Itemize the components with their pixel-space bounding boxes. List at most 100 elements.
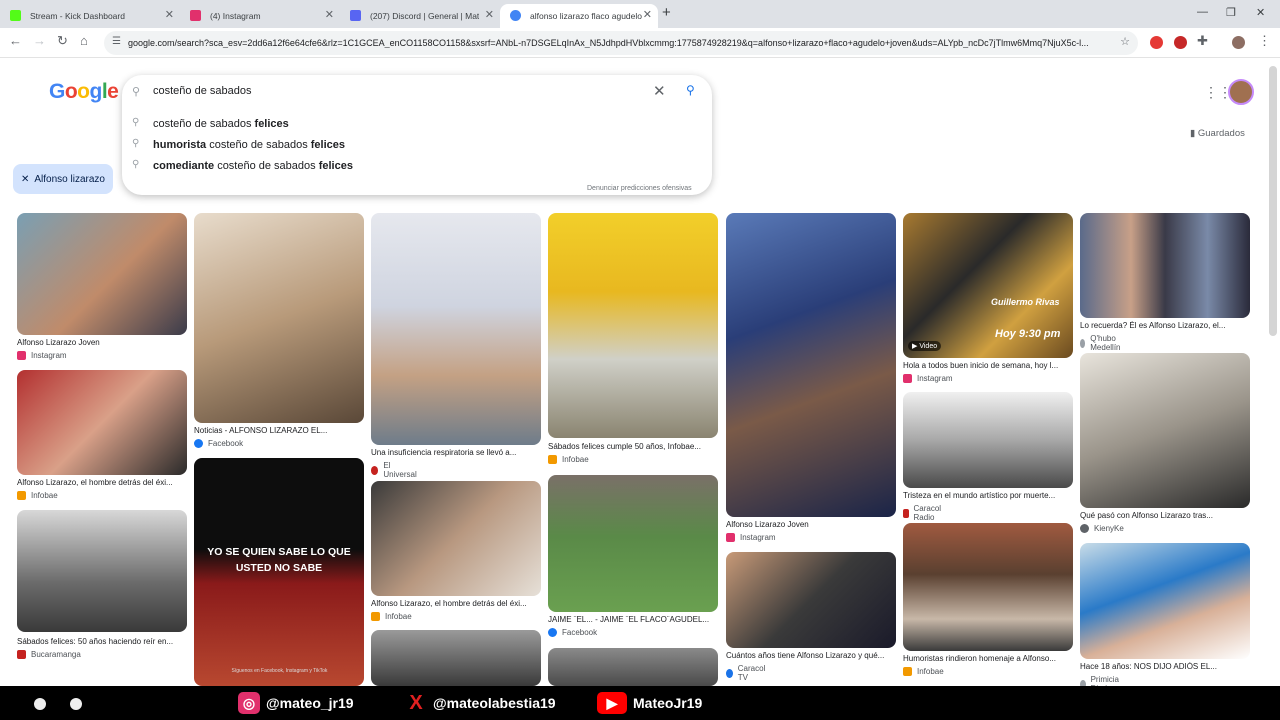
result-thumbnail[interactable]	[903, 392, 1073, 488]
home-icon[interactable]: ⌂	[80, 33, 88, 48]
result-source[interactable]: Infobae	[903, 667, 944, 676]
report-predictions-link[interactable]: Denunciar predicciones ofensivas	[587, 185, 692, 192]
close-icon[interactable]: ✕	[485, 8, 494, 21]
result-caption[interactable]: Tristeza en el mundo artístico por muert…	[903, 491, 1078, 500]
result-caption[interactable]: Alfonso Lizarazo Joven	[726, 520, 901, 529]
result-source[interactable]: Infobae	[548, 455, 589, 464]
result-thumbnail[interactable]	[371, 630, 541, 686]
infobae-icon	[371, 612, 380, 621]
site-info-icon[interactable]: ☰	[112, 36, 121, 47]
result-thumbnail[interactable]	[1080, 213, 1250, 318]
result-thumbnail[interactable]	[726, 213, 896, 517]
result-source[interactable]: Instagram	[726, 533, 776, 542]
suggestion-item[interactable]: ⚲ costeño de sabados felices	[122, 115, 712, 135]
saved-link[interactable]: ▮ Guardados	[1190, 128, 1245, 139]
suggestion-item[interactable]: ⚲ humorista costeño de sabados felices	[122, 136, 712, 156]
result-source[interactable]: Infobae	[371, 612, 412, 621]
source-label: Facebook	[562, 628, 598, 637]
result-source[interactable]: Infobae	[17, 491, 58, 500]
extension-icon[interactable]	[1150, 36, 1163, 49]
result-caption[interactable]: Alfonso Lizarazo, el hombre detrás del é…	[17, 478, 192, 487]
result-thumbnail[interactable]	[17, 370, 187, 475]
result-thumbnail[interactable]	[1080, 543, 1250, 659]
tab-discord[interactable]: (207) Discord | General | Mat ✕	[340, 4, 500, 28]
remove-chip-icon[interactable]: ✕	[21, 174, 29, 185]
infobae-icon	[548, 455, 557, 464]
result-caption[interactable]: Noticias - ALFONSO LIZARAZO EL...	[194, 426, 369, 435]
close-icon[interactable]: ✕	[325, 8, 334, 21]
tab-title: (207) Discord | General | Mat	[370, 11, 480, 21]
result-thumbnail[interactable]	[17, 510, 187, 632]
result-caption[interactable]: Lo recuerda? Él es Alfonso Lizarazo, el.…	[1080, 321, 1255, 330]
restore-button[interactable]: ❐	[1226, 6, 1236, 19]
result-caption[interactable]: Sábados felices: 50 años haciendo reír e…	[17, 637, 192, 646]
result-thumbnail[interactable]: ▶ Video Guillermo Rivas Hoy 9:30 pm	[903, 213, 1073, 358]
account-avatar[interactable]	[1228, 79, 1254, 105]
suggestion-item[interactable]: ⚲ comediante costeño de sabados felices	[122, 157, 712, 177]
result-thumbnail[interactable]	[371, 213, 541, 445]
youtube-handle: ▶ MateoJr19	[597, 686, 702, 720]
result-thumbnail[interactable]	[371, 481, 541, 596]
result-caption[interactable]: Una insuficiencia respiratoria se llevó …	[371, 448, 546, 457]
result-source[interactable]: Facebook	[194, 439, 243, 448]
result-caption[interactable]: Sábados felices cumple 50 años, Infobae.…	[548, 442, 723, 451]
result-caption[interactable]: Alfonso Lizarazo, el hombre detrás del é…	[371, 599, 546, 608]
result-thumbnail[interactable]	[548, 213, 718, 438]
search-input[interactable]: costeño de sabados	[153, 85, 251, 97]
close-icon[interactable]: ✕	[643, 8, 652, 21]
reload-icon[interactable]: ↻	[57, 33, 68, 49]
result-caption[interactable]: Cuántos años tiene Alfonso Lizarazo y qu…	[726, 651, 901, 660]
result-source[interactable]: KienyKe	[1080, 524, 1124, 533]
close-window-button[interactable]: ✕	[1256, 6, 1265, 19]
result-thumbnail[interactable]	[903, 523, 1073, 651]
close-icon[interactable]: ✕	[165, 8, 174, 21]
result-caption[interactable]: Alfonso Lizarazo Joven	[17, 338, 192, 347]
result-source[interactable]: Q'hubo Medellín	[1080, 334, 1124, 352]
opera-icon[interactable]	[1174, 36, 1187, 49]
result-thumbnail[interactable]	[194, 213, 364, 423]
discord-icon	[350, 10, 361, 21]
search-submit-icon[interactable]: ⚲	[686, 83, 695, 97]
minimize-button[interactable]: —	[1197, 6, 1208, 18]
result-source[interactable]: Instagram	[903, 374, 953, 383]
google-logo[interactable]: Google	[49, 80, 119, 104]
soccer-players-graphic	[30, 694, 90, 714]
menu-kebab-icon[interactable]: ⋮	[1258, 33, 1271, 49]
result-source[interactable]: Bucaramanga	[17, 650, 81, 659]
search-icon: ⚲	[132, 86, 141, 98]
result-thumbnail[interactable]: YO SE QUIEN SABE LO QUE USTED NO SABE Sí…	[194, 458, 364, 686]
result-source[interactable]: Facebook	[548, 628, 597, 637]
result-caption[interactable]: Qué pasó con Alfonso Lizarazo tras...	[1080, 511, 1255, 520]
filter-chip[interactable]: ✕ Alfonso lizarazo	[13, 164, 113, 194]
profile-avatar[interactable]	[1232, 36, 1245, 49]
tab-instagram[interactable]: (4) Instagram ✕	[180, 4, 340, 28]
result-thumbnail[interactable]	[17, 213, 187, 335]
result-thumbnail[interactable]	[726, 552, 896, 648]
tab-google-search[interactable]: alfonso lizarazo flaco agudelo ✕	[500, 4, 658, 28]
result-caption[interactable]: JAIME ¨EL... - JAIME ¨EL FLACO¨AGUDEL...	[548, 615, 723, 624]
source-label: Instagram	[740, 533, 776, 542]
bookmark-star-icon[interactable]: ☆	[1120, 35, 1130, 48]
new-tab-button[interactable]: +	[662, 4, 671, 21]
result-source[interactable]: Caracol Radio	[903, 504, 945, 522]
result-source[interactable]: Caracol TV	[726, 664, 768, 682]
extensions-puzzle-icon[interactable]: ✚	[1197, 33, 1208, 49]
tab-kick[interactable]: Stream - Kick Dashboard ✕	[0, 4, 180, 28]
result-thumbnail[interactable]	[548, 475, 718, 612]
result-caption[interactable]: Humoristas rindieron homenaje a Alfonso.…	[903, 654, 1078, 663]
result-caption[interactable]: Hace 18 años: NOS DIJO ADIÓS EL...	[1080, 662, 1255, 671]
clear-search-icon[interactable]: ✕	[653, 82, 666, 100]
result-thumbnail[interactable]	[1080, 353, 1250, 508]
result-thumbnail[interactable]	[548, 648, 718, 686]
instagram-icon	[190, 10, 201, 21]
page-scrollbar[interactable]	[1269, 66, 1277, 336]
forward-icon[interactable]: →	[33, 33, 46, 48]
address-bar[interactable]: ☰ google.com/search?sca_esv=2dd6a12f6e64…	[104, 31, 1138, 55]
source-label: Caracol TV	[737, 664, 766, 682]
tab-title: Stream - Kick Dashboard	[30, 11, 125, 21]
facebook-icon	[548, 628, 557, 637]
result-caption[interactable]: Hola a todos buen inicio de semana, hoy …	[903, 361, 1078, 370]
result-source[interactable]: Instagram	[17, 351, 67, 360]
result-source[interactable]: El Universal	[371, 461, 418, 479]
back-icon[interactable]: ←	[9, 33, 22, 48]
